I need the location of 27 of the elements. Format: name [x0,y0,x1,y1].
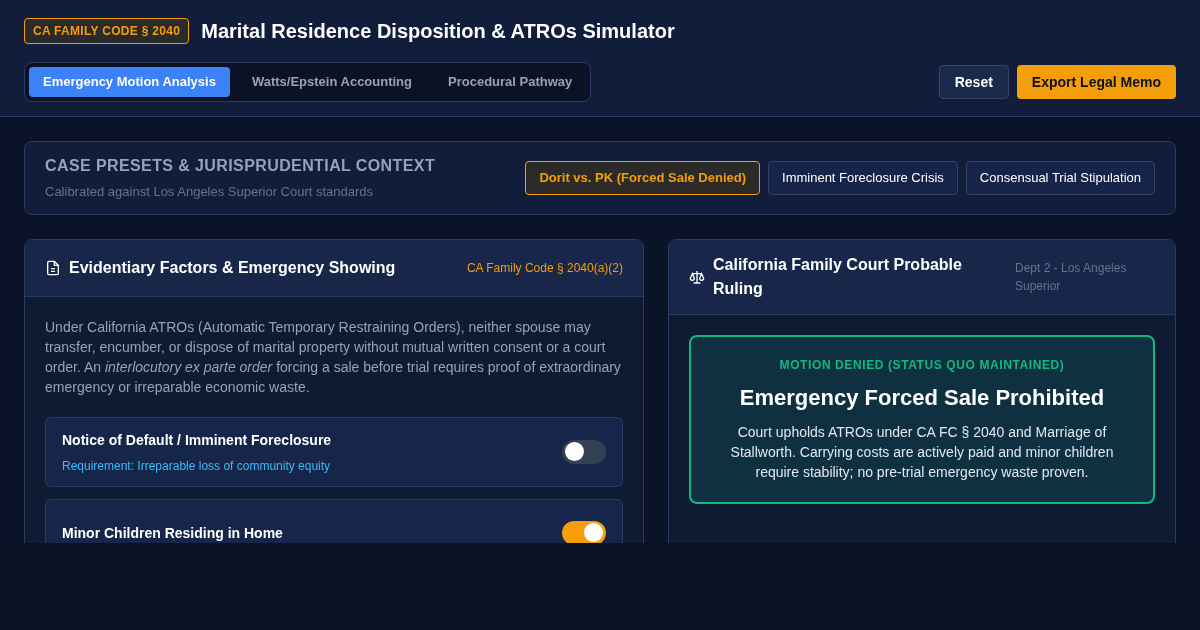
department-label: Dept 2 - Los Angeles Superior [1015,259,1128,295]
app-title: Marital Residence Disposition & ATROs Simulator [201,19,675,43]
ruling-headline: Emergency Forced Sale Prohibited [738,383,1106,412]
preset-button[interactable]: Imminent Foreclosure Crisis [768,161,958,195]
factor-label: Notice of Default / Imminent Foreclosure [62,430,332,450]
factor-label: Minor Children Residing in Home [62,523,283,543]
factor-note: Requirement: Irreparable loss of community equity [62,457,332,474]
preset-button[interactable]: Dorit vs. PK (Forced Sale Denied) [525,161,760,195]
code-badge: CA FAMILY CODE § 2040 [24,18,190,44]
preset-button[interactable]: Consensual Trial Stipulation [965,161,1155,195]
intro-paragraph: Under California ATROs (Automatic Temporary Restraining Orders), neither spouse may transfer, encumber, or dispose of marital property without mutual written consent or a court order. An interlocutory ex parte order forcing a sale before trial requires proof of extraordinary emergency or irreparable economic waste. [45,317,622,397]
ruling-explanation: Court upholds ATROs under CA FC § 2040 and Marriage of Stallworth. Carrying costs are actively paid and minor children require stability; no pre-trial emergency waste proven. [729,422,1115,482]
panel-title: California Family Court Probable Ruling [713,254,963,299]
toggle-switch[interactable] [562,439,606,464]
tab[interactable]: Emergency Motion Analysis [29,67,230,97]
panel-title: Evidentiary Factors & Emergency Showing [69,257,396,278]
document-icon [45,259,61,276]
tab[interactable]: Watts/Epstein Accounting [237,67,426,97]
presets-subtitle: Calibrated against Los Angeles Superior Court standards [45,183,375,201]
reset-button[interactable]: Reset [938,64,1009,99]
scales-icon [689,268,705,285]
code-reference: CA Family Code § 2040(a)(2) [466,259,623,276]
tab[interactable]: Procedural Pathway [434,67,587,97]
ruling-status: MOTION DENIED (STATUS QUO MAINTAINED) [778,356,1066,373]
presets-title: CASE PRESETS & JURISPRUDENTIAL CONTEXT [45,156,436,176]
export-button[interactable]: Export Legal Memo [1016,64,1176,99]
toggle-switch[interactable] [562,520,606,543]
